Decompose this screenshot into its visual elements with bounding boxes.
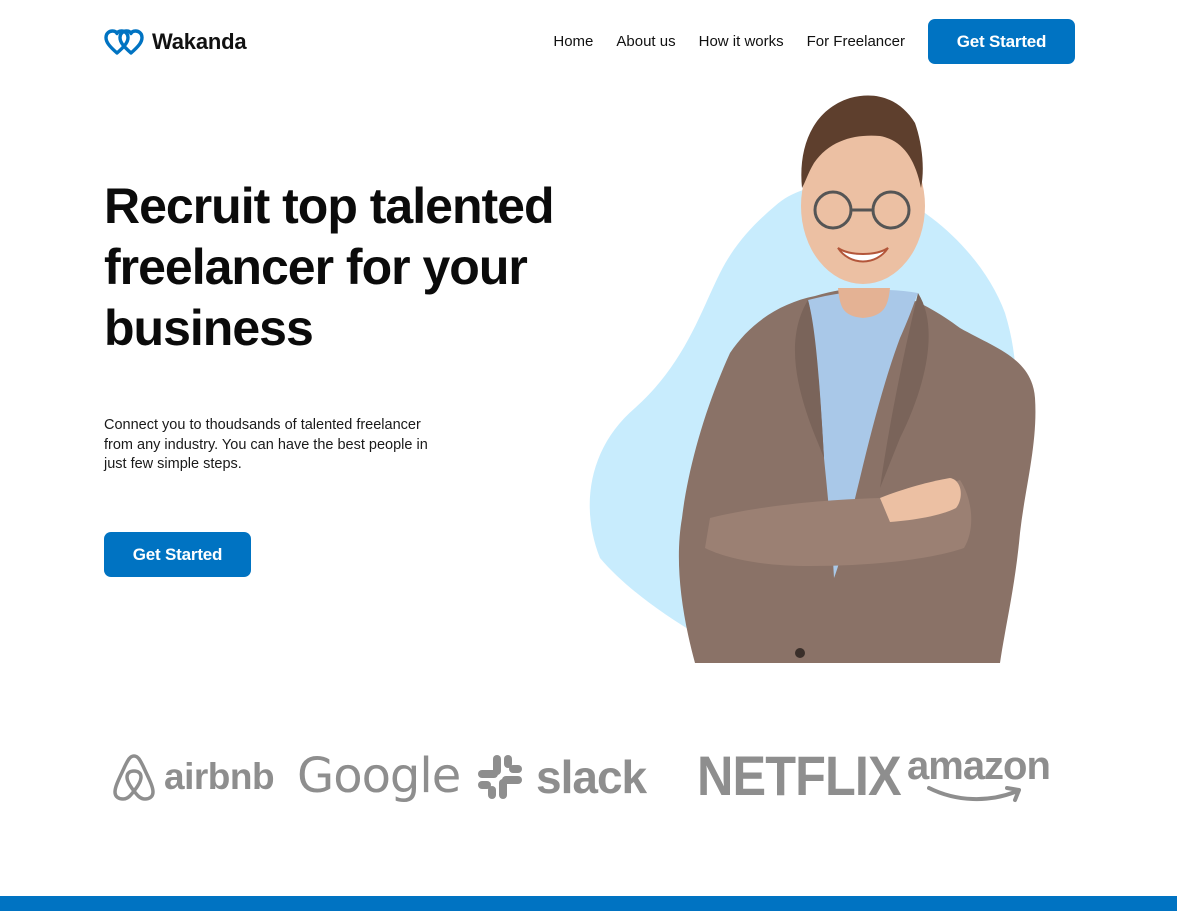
nav-link-home[interactable]: Home (553, 33, 593, 50)
person-photo (678, 95, 1036, 663)
slack-wordmark: slack (536, 751, 647, 803)
nav-link-how-it-works[interactable]: How it works (699, 33, 784, 50)
brand-name: Wakanda (152, 28, 247, 54)
amazon-logo: amazon (907, 744, 1069, 804)
nav-link-for-freelancer[interactable]: For Freelancer (807, 33, 905, 50)
airbnb-icon (113, 754, 155, 801)
airbnb-wordmark: airbnb (164, 756, 275, 797)
airbnb-logo: airbnb (110, 752, 275, 802)
hero-illustration (589, 95, 1036, 663)
google-logo: Google (297, 748, 461, 804)
nav-links: Home About us How it works For Freelance… (553, 19, 1075, 64)
hero-title: Recruit top talented freelancer for your… (104, 178, 554, 356)
top-navbar: Wakanda Home About us How it works For F… (104, 19, 1075, 64)
brand-logo-link[interactable]: Wakanda (104, 28, 247, 55)
amazon-smile-icon (927, 786, 1021, 802)
amazon-wordmark: amazon (907, 744, 1051, 788)
hero-subtitle: Connect you to thoudsands of talented fr… (104, 417, 428, 472)
hero-get-started-button[interactable]: Get Started (104, 532, 251, 577)
nav-link-about-us[interactable]: About us (616, 33, 675, 50)
slack-logo: slack (476, 750, 647, 804)
footer-accent-bar (0, 896, 1177, 911)
slack-icon (478, 755, 522, 799)
double-heart-icon (104, 28, 144, 55)
nav-get-started-button[interactable]: Get Started (928, 19, 1075, 64)
netflix-logo: NETFLIX (697, 744, 902, 807)
partner-logos: airbnb Google slack NETFLIX amazon (104, 740, 1075, 810)
